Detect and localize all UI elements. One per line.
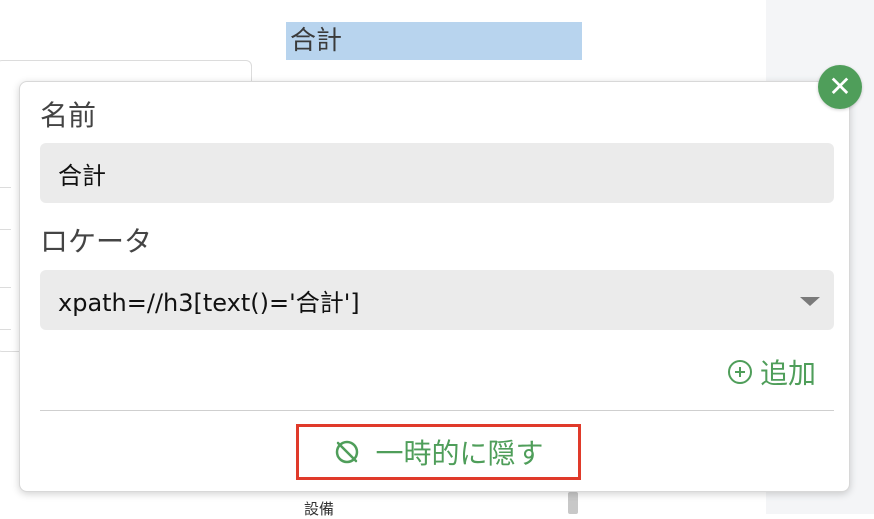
hide-icon <box>336 440 359 464</box>
table-row-divider <box>0 287 11 288</box>
locator-select[interactable]: xpath=//h3[text()='合計'] <box>40 270 834 330</box>
add-button-label: 追加 <box>760 357 817 390</box>
hide-button-label: 一時的に隠す <box>375 437 544 470</box>
locator-label: ロケータ <box>40 225 153 258</box>
dropdown-arrow-icon <box>800 297 820 306</box>
table-row-divider <box>0 187 11 188</box>
table-row-divider <box>0 229 11 230</box>
table-row-divider <box>0 329 11 330</box>
element-popup: 名前 合計 ロケータ xpath=//h3[text()='合計'] 追加 一時… <box>19 81 850 492</box>
close-icon[interactable]: ✕ <box>818 65 862 109</box>
page-heading-selected: 合計 <box>286 22 582 60</box>
divider <box>40 410 834 411</box>
background-label: 設備 <box>304 500 335 518</box>
locator-value: xpath=//h3[text()='合計'] <box>58 288 360 317</box>
hide-temporarily-button[interactable]: 一時的に隠す <box>296 424 581 480</box>
name-field[interactable]: 合計 <box>40 143 834 203</box>
name-value: 合計 <box>58 161 106 190</box>
scrollbar[interactable] <box>568 492 578 514</box>
plus-circle-icon <box>728 360 752 384</box>
name-label: 名前 <box>40 99 97 132</box>
add-button[interactable]: 追加 <box>728 352 816 392</box>
